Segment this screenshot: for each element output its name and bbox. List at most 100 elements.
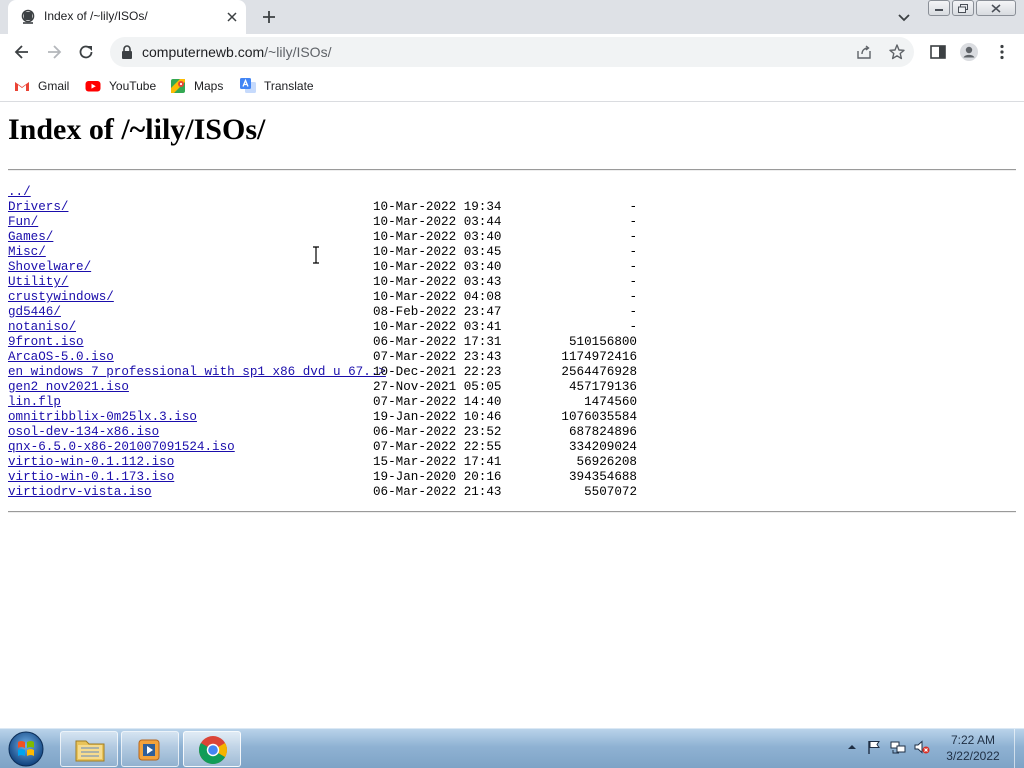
entry-size: - (629, 290, 637, 304)
taskbar-chrome[interactable] (183, 731, 241, 767)
entry-size: 1076035584 (561, 410, 637, 424)
lock-icon[interactable] (121, 45, 133, 59)
taskbar: 7:22 AM 3/22/2022 (0, 728, 1024, 768)
side-panel-icon[interactable] (928, 42, 948, 62)
entry-link[interactable]: notaniso/ (8, 320, 76, 335)
show-desktop-button[interactable] (1014, 729, 1024, 768)
menu-kebab-icon[interactable] (992, 42, 1012, 62)
entry-link[interactable]: Fun/ (8, 215, 38, 230)
entry-size: 1474560 (584, 395, 637, 409)
url-text[interactable]: computernewb.com/~lily/ISOs/ (142, 44, 331, 60)
action-center-flag-icon[interactable] (866, 739, 882, 755)
entry-link[interactable]: Misc/ (8, 245, 46, 260)
entry-size: - (629, 230, 637, 244)
tab-active[interactable]: Index of /~lily/ISOs/ (8, 0, 246, 34)
taskbar-explorer[interactable] (60, 731, 118, 767)
bookmark-star-icon[interactable] (888, 43, 906, 61)
new-tab-icon[interactable] (260, 8, 278, 26)
tab-title: Index of /~lily/ISOs/ (44, 9, 148, 23)
entry-date: 08-Feb-2022 23:47 (373, 305, 502, 319)
entry-link[interactable]: Games/ (8, 230, 53, 245)
entry-link[interactable]: 9front.iso (8, 335, 84, 350)
back-icon[interactable] (12, 42, 32, 62)
entry-link[interactable]: lin.flp (8, 395, 61, 410)
entry-size: 394354688 (568, 470, 637, 484)
listing-row: ../ (8, 185, 708, 200)
start-button-icon[interactable] (6, 730, 46, 768)
entry-size: 510156800 (568, 335, 637, 349)
entry-date: 19-Jan-2022 10:46 (373, 410, 502, 424)
entry-size: - (629, 320, 637, 334)
entry-size: 457179136 (568, 380, 637, 394)
taskbar-media-player[interactable] (121, 731, 179, 767)
entry-size: - (629, 305, 637, 319)
share-icon[interactable] (856, 44, 872, 60)
listing-row: virtiodrv-vista.iso 06-Mar-2022 21:43 5507… (8, 485, 708, 500)
entry-size: - (629, 260, 637, 274)
listing-row: qnx-6.5.0-x86-201007091524.iso 07-Mar-202… (8, 440, 708, 455)
chrome-icon (199, 736, 227, 764)
bookmark-youtube[interactable]: YouTube (85, 77, 156, 95)
entry-size: 1174972416 (561, 350, 637, 364)
entry-link[interactable]: ../ (8, 185, 31, 200)
entry-date: 10-Mar-2022 03:45 (373, 245, 502, 259)
entry-link[interactable]: osol-dev-134-x86.iso (8, 425, 159, 440)
entry-date: 10-Mar-2022 03:44 (373, 215, 502, 229)
entry-link[interactable]: virtio-win-0.1.173.iso (8, 470, 174, 485)
listing-row: osol-dev-134-x86.iso 06-Mar-2022 23:52 687… (8, 425, 708, 440)
entry-link[interactable]: qnx-6.5.0-x86-201007091524.iso (8, 440, 235, 455)
entry-date: 27-Nov-2021 05:05 (373, 380, 502, 394)
entry-link[interactable]: gen2_nov2021.iso (8, 380, 129, 395)
listing-row: Misc/10-Mar-2022 03:45 - (8, 245, 708, 260)
entry-size: 687824896 (568, 425, 637, 439)
entry-link[interactable]: virtio-win-0.1.112.iso (8, 455, 174, 470)
close-window-button[interactable] (976, 0, 1016, 16)
entry-date: 07-Mar-2022 23:43 (373, 350, 502, 364)
translate-icon (240, 78, 256, 93)
page-favicon-icon (21, 9, 35, 24)
listing-row: Games/10-Mar-2022 03:40 - (8, 230, 708, 245)
entry-link[interactable]: Drivers/ (8, 200, 68, 215)
window-controls (928, 0, 1018, 18)
entry-link[interactable]: en_windows_7_professional_with_sp1_x86_d… (8, 365, 386, 380)
listing-row: Drivers/10-Mar-2022 19:34 - (8, 200, 708, 215)
tab-search-chevron-icon[interactable] (896, 9, 912, 25)
bookmark-gmail[interactable]: Gmail (14, 77, 69, 95)
system-clock[interactable]: 7:22 AM 3/22/2022 (936, 732, 1010, 764)
minimize-button[interactable] (928, 0, 950, 16)
minimize-icon (935, 9, 943, 11)
entry-link[interactable]: virtiodrv-vista.iso (8, 485, 152, 500)
reload-icon[interactable] (76, 42, 96, 62)
youtube-icon (85, 81, 101, 92)
entry-link[interactable]: Utility/ (8, 275, 68, 290)
entry-link[interactable]: omnitribblix-0m25lx.3.iso (8, 410, 197, 425)
entry-link[interactable]: gd5446/ (8, 305, 61, 320)
entry-size: 334209024 (568, 440, 637, 454)
close-window-icon (991, 3, 1001, 13)
profile-avatar-icon[interactable] (959, 42, 979, 62)
listing-row: gen2_nov2021.iso 27-Nov-2021 05:05 4571791… (8, 380, 708, 395)
volume-muted-icon[interactable] (914, 739, 930, 755)
directory-listing: ../Drivers/10-Mar-2022 19:34- Fun/10-Mar-… (8, 185, 708, 500)
folder-icon (75, 740, 105, 762)
entry-date: 07-Mar-2022 14:40 (373, 395, 502, 409)
restore-button[interactable] (952, 0, 974, 16)
listing-row: ArcaOS-5.0.iso 07-Mar-2022 23:43 117497241… (8, 350, 708, 365)
url-host: computernewb.com (142, 44, 265, 60)
maps-icon (171, 79, 185, 93)
close-tab-icon[interactable] (224, 9, 240, 25)
bookmark-label: Maps (194, 79, 224, 93)
entry-link[interactable]: ArcaOS-5.0.iso (8, 350, 114, 365)
bookmark-label: YouTube (109, 79, 157, 93)
entry-link[interactable]: Shovelware/ (8, 260, 91, 275)
bookmark-translate[interactable]: Translate (240, 77, 314, 95)
bookmark-label: Gmail (38, 79, 70, 93)
network-icon[interactable] (890, 739, 906, 755)
entry-link[interactable]: crustywindows/ (8, 290, 114, 305)
address-bar[interactable]: computernewb.com/~lily/ISOs/ (110, 37, 914, 67)
forward-icon[interactable] (44, 42, 64, 62)
text-cursor-icon (313, 246, 319, 264)
show-hidden-icons-icon[interactable] (844, 739, 860, 755)
bookmark-maps[interactable]: Maps (170, 77, 223, 95)
entry-size: - (629, 245, 637, 259)
